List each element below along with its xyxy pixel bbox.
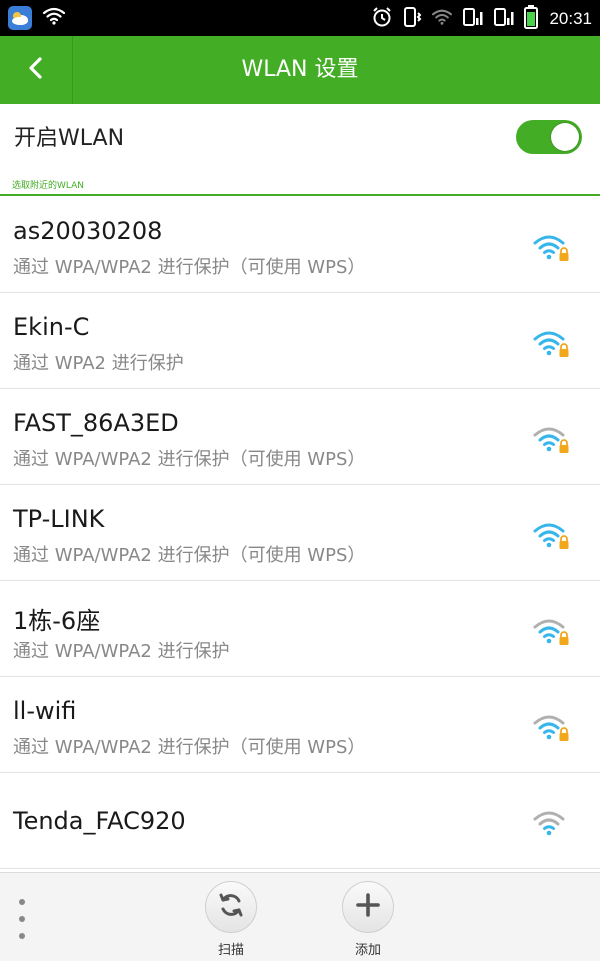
title-divider — [72, 36, 73, 104]
network-security: 通过 WPA/WPA2 进行保护（可使用 WPS） — [13, 737, 366, 758]
network-ssid: Ekin-C — [13, 313, 90, 341]
network-ssid: TP-LINK — [13, 505, 105, 533]
chevron-left-icon — [26, 55, 46, 85]
switch-knob — [551, 123, 579, 151]
wlan-toggle-label: 开启WLAN — [14, 126, 125, 151]
wlan-switch[interactable] — [516, 120, 582, 154]
wifi-status-icon — [42, 6, 66, 30]
bottom-bar: 扫描 添加 — [0, 872, 600, 961]
network-item[interactable]: as20030208 通过 WPA/WPA2 进行保护（可使用 WPS） — [0, 197, 600, 293]
network-item[interactable]: Ekin-C 通过 WPA2 进行保护 — [0, 293, 600, 389]
network-item[interactable]: ll-wifi 通过 WPA/WPA2 进行保护（可使用 WPS） — [0, 677, 600, 773]
page-title: WLAN 设置 — [241, 57, 359, 82]
refresh-icon — [217, 891, 245, 923]
add-label: 添加 — [354, 943, 381, 958]
wifi-locked-icon — [532, 617, 570, 647]
network-security: 通过 WPA/WPA2 进行保护 — [13, 641, 230, 662]
scan-button[interactable]: 扫描 — [196, 881, 266, 958]
plus-icon — [355, 892, 381, 922]
more-options-button[interactable] — [14, 899, 30, 939]
network-item[interactable]: Tenda_FAC920 — [0, 773, 600, 869]
section-header: 选取附近的WLAN — [0, 168, 600, 196]
wifi-icon — [532, 809, 570, 839]
network-security: 通过 WPA/WPA2 进行保护（可使用 WPS） — [13, 257, 366, 278]
wifi-locked-icon — [532, 425, 570, 455]
wifi-signal-icon — [431, 8, 453, 30]
network-ssid: as20030208 — [13, 217, 163, 245]
network-ssid: ll-wifi — [13, 697, 77, 725]
status-time: 20:31 — [549, 9, 592, 28]
scan-label: 扫描 — [217, 943, 244, 958]
vibrate-icon — [402, 6, 422, 32]
sim1-signal-icon — [462, 6, 484, 32]
wlan-toggle-row[interactable]: 开启WLAN — [0, 104, 600, 168]
network-ssid: 1栋-6座 — [13, 607, 101, 635]
network-ssid: Tenda_FAC920 — [13, 807, 186, 835]
network-item[interactable]: FAST_86A3ED 通过 WPA/WPA2 进行保护（可使用 WPS） — [0, 389, 600, 485]
wifi-locked-icon — [532, 713, 570, 743]
network-security: 通过 WPA/WPA2 进行保护（可使用 WPS） — [13, 545, 366, 566]
section-header-text: 选取附近的WLAN — [12, 181, 85, 191]
add-network-button[interactable]: 添加 — [333, 881, 403, 958]
network-ssid: FAST_86A3ED — [13, 409, 179, 437]
alarm-icon — [371, 6, 393, 32]
network-item[interactable]: TP-LINK 通过 WPA/WPA2 进行保护（可使用 WPS） — [0, 485, 600, 581]
wifi-locked-icon — [532, 521, 570, 551]
network-item[interactable]: 1栋-6座通过 WPA/WPA2 进行保护 — [0, 581, 600, 677]
wifi-locked-icon — [532, 329, 570, 359]
title-bar: WLAN 设置 — [0, 36, 600, 104]
sim2-signal-icon — [493, 6, 515, 32]
wifi-locked-icon — [532, 233, 570, 263]
status-bar: 20:31 — [0, 0, 600, 36]
battery-icon — [524, 5, 539, 33]
network-list: as20030208 通过 WPA/WPA2 进行保护（可使用 WPS） Ekin-… — [0, 197, 600, 869]
network-security: 通过 WPA2 进行保护 — [13, 353, 184, 374]
back-button[interactable] — [0, 36, 72, 104]
network-security: 通过 WPA/WPA2 进行保护（可使用 WPS） — [13, 449, 366, 470]
weather-app-icon — [8, 6, 32, 30]
